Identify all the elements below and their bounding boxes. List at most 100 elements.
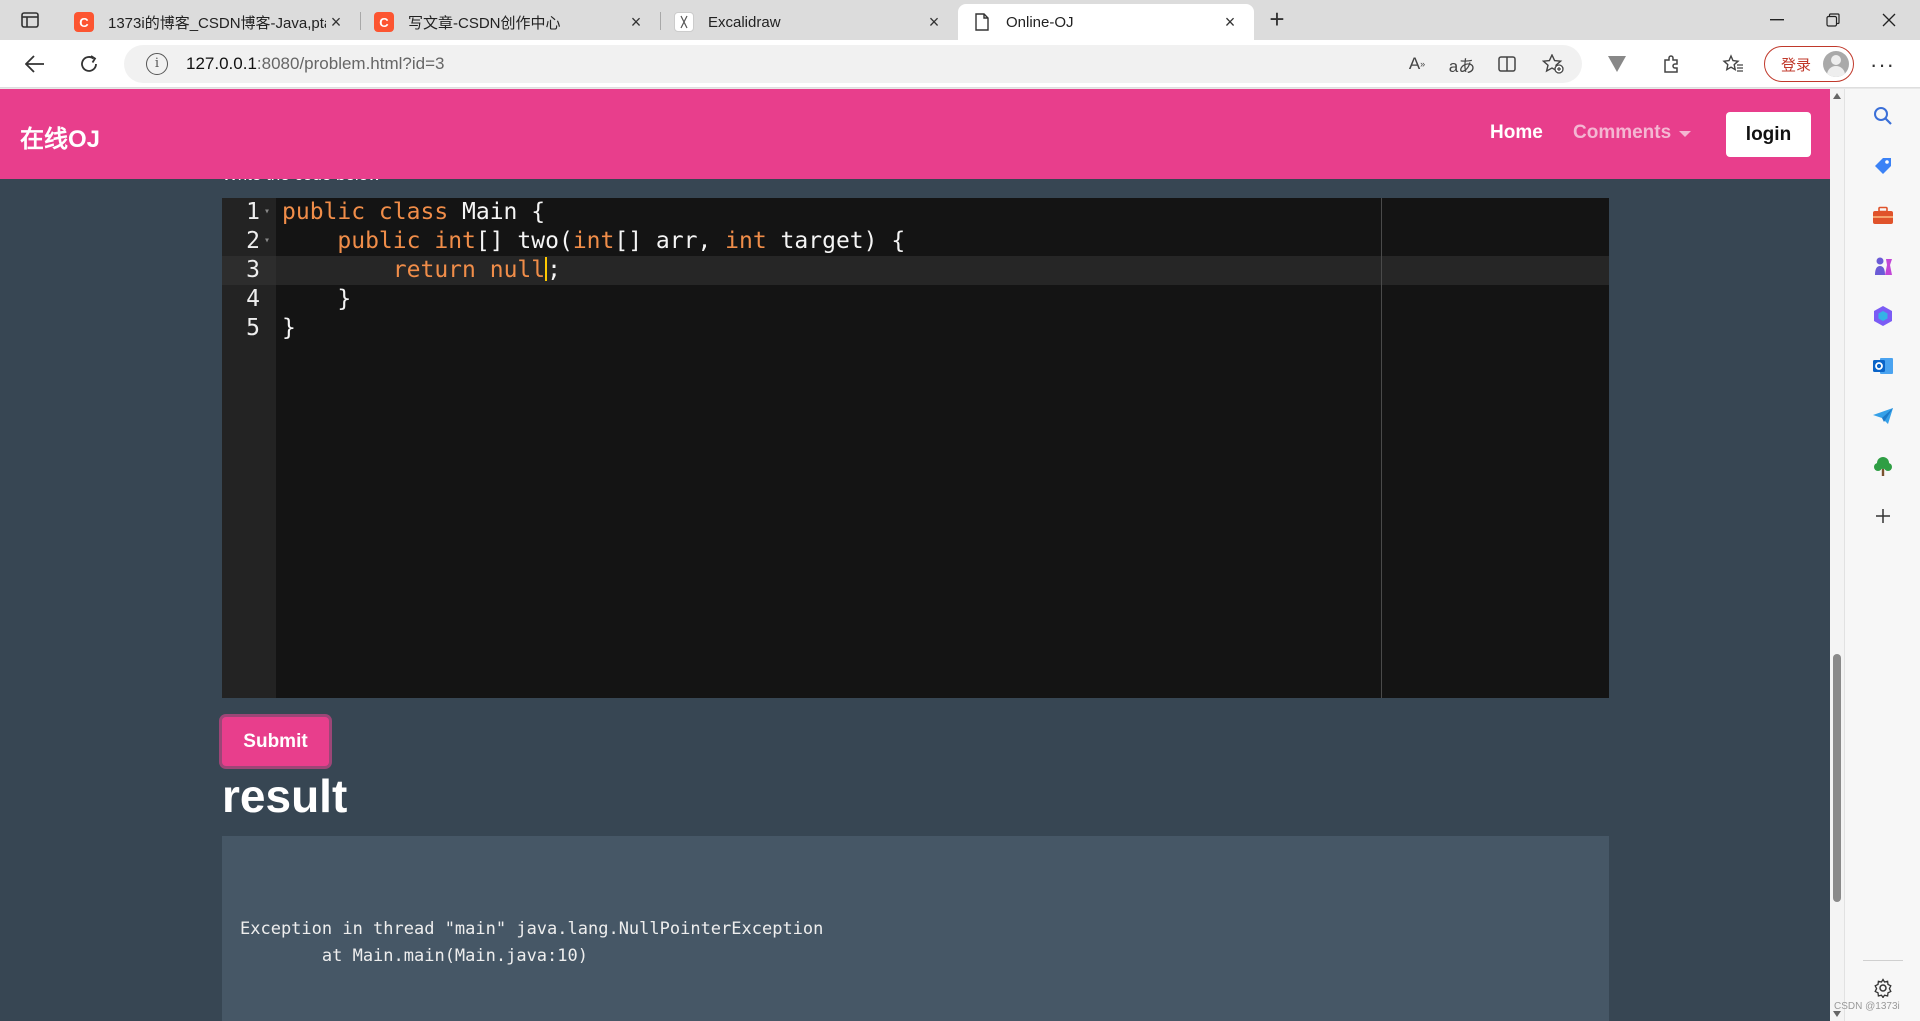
tab-title: 写文章-CSDN创作中心 [408,14,561,32]
avatar-icon [1823,51,1849,77]
csdn-favicon-icon: C [374,12,394,32]
result-heading: result [222,770,348,822]
line-number: 3 [246,257,260,283]
tab-excalidraw[interactable]: Excalidraw × [660,4,958,40]
address-bar[interactable]: i 127.0.0.1:8080/problem.html?id=3 [124,45,1582,83]
shopping-tag-icon[interactable] [1871,154,1895,178]
add-sidebar-app-icon[interactable] [1871,504,1895,528]
vpn-extension-icon[interactable] [1602,50,1632,78]
tab-close-icon[interactable]: × [924,12,944,33]
tools-briefcase-icon[interactable] [1871,204,1895,228]
line-number: 1 [246,199,260,225]
nav-home-link[interactable]: Home [1490,122,1543,144]
code-editor[interactable]: 1 ▾ public class Main {2 ▾ public int[] two… [222,198,1609,698]
tab-csdn-editor[interactable]: C 写文章-CSDN创作中心 × [360,4,660,40]
code-keyword: int [434,228,476,254]
tab-close-icon[interactable]: × [626,12,646,33]
scroll-up-icon[interactable] [1833,93,1841,99]
restore-icon[interactable] [1806,0,1860,40]
minimize-icon[interactable] [1750,0,1804,40]
read-aloud-icon[interactable]: A» [1402,50,1432,78]
chevron-down-icon[interactable] [1679,131,1691,137]
code-token: Main { [448,199,546,225]
add-favorite-icon[interactable] [1538,50,1568,78]
code-keyword: int [725,228,767,254]
result-output-panel: Exception in thread "main" java.lang.Nul… [222,836,1609,1021]
code-line[interactable]: 5} [222,314,1609,343]
code-line[interactable]: 2 ▾ public int[] two(int[] arr, int targe… [222,227,1609,256]
code-keyword: int [572,228,615,254]
extensions-icon[interactable] [1656,50,1686,78]
code-text: public int[] two(int[] arr, int target) … [282,227,905,256]
code-text: return null; [282,256,561,285]
tab-actions-icon[interactable] [14,8,46,32]
sidebar-divider [1863,960,1903,961]
tab-title: 1373i的博客_CSDN博客-Java,pta [108,14,326,32]
reload-icon[interactable] [72,48,106,80]
line-number: 2 [246,228,260,254]
tab-close-icon[interactable]: × [1220,12,1240,33]
tab-close-icon[interactable]: × [326,12,346,33]
close-window-icon[interactable] [1862,0,1916,40]
tab-csdn-blog[interactable]: C 1373i的博客_CSDN博客-Java,pta × [60,4,360,40]
tab-title: Excalidraw [708,13,781,31]
more-options-icon[interactable]: ··· [1870,52,1895,78]
result-output-text: Exception in thread "main" java.lang.Nul… [240,919,824,966]
code-text: } [282,285,351,314]
fold-toggle-icon[interactable]: ▾ [264,207,270,217]
signin-label: 登录 [1781,56,1812,74]
csdn-favicon-icon: C [74,12,94,32]
page-viewport: 在线OJ Home Comments login Write the code … [0,89,1830,1021]
watermark-text: CSDN @1373i [1834,1001,1900,1012]
translate-icon[interactable]: aあ [1447,50,1477,78]
code-token: target) { [766,228,906,254]
page-favicon-icon [972,12,992,32]
code-keyword: null [489,257,546,283]
search-icon[interactable] [1871,104,1895,128]
fold-toggle-icon[interactable]: ▾ [264,236,270,246]
code-text: public class Main { [282,198,545,227]
split-screen-icon[interactable] [1492,50,1522,78]
outlook-icon[interactable] [1871,354,1895,378]
favorites-icon[interactable] [1718,50,1748,78]
code-line[interactable]: 3 return null; [222,256,1609,285]
line-number: 5 [246,315,260,341]
code-keyword: public [337,228,421,254]
page-scrollbar[interactable] [1830,89,1844,1021]
tab-online-oj[interactable]: Online-OJ × [958,4,1254,40]
site-brand[interactable]: 在线OJ [20,119,100,154]
back-arrow-icon[interactable] [18,48,52,80]
edge-sidebar [1844,89,1920,1021]
excalidraw-favicon-icon [674,12,694,32]
scrollbar-thumb[interactable] [1833,654,1841,902]
submit-button[interactable]: Submit [222,717,329,766]
gear-icon[interactable] [1871,976,1895,1000]
copilot-icon[interactable] [1871,304,1895,328]
code-token: ; [547,257,561,283]
code-keyword: return [392,257,476,283]
site-info-icon[interactable]: i [146,53,168,75]
code-line[interactable]: 1 ▾ public class Main { [222,198,1609,227]
line-number: 4 [246,286,260,312]
site-navbar: 在线OJ Home Comments login [0,89,1830,179]
nav-comments-dropdown[interactable]: Comments [1573,122,1671,144]
login-button[interactable]: login [1726,112,1811,157]
browser-tab-strip: C 1373i的博客_CSDN博客-Java,pta × C 写文章-CSDN创… [0,0,1920,40]
profile-signin-button[interactable]: 登录 [1764,46,1854,82]
code-text: } [282,314,296,343]
telegram-send-icon[interactable] [1871,404,1895,428]
tab-title: Online-OJ [1006,13,1074,31]
code-keyword: public class [282,199,449,225]
code-token: } [282,286,352,312]
tree-icon[interactable] [1871,454,1895,478]
address-url[interactable]: 127.0.0.1:8080/problem.html?id=3 [186,54,445,74]
code-line[interactable]: 4 } [222,285,1609,314]
games-chess-icon[interactable] [1871,254,1895,278]
code-token: [] two( [475,228,573,254]
browser-toolbar: i 127.0.0.1:8080/problem.html?id=3 [0,40,1920,88]
new-tab-plus-icon[interactable]: + [1262,6,1292,34]
